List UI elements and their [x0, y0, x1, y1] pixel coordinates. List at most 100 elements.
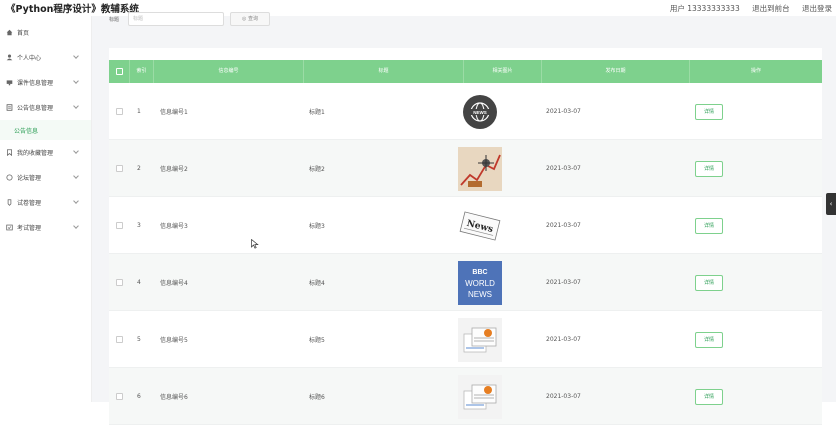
sidebar-item-courseware[interactable]: 课件信息管理: [0, 70, 91, 95]
chevron-down-icon: [73, 53, 79, 59]
column-header-code[interactable]: 信息编号: [154, 60, 304, 83]
sidebar-item-label: 试卷管理: [17, 200, 42, 207]
row-index: 2: [137, 165, 141, 172]
user-icon: [6, 54, 13, 61]
detail-button[interactable]: 详情: [695, 388, 723, 405]
world-text: WORLD: [465, 279, 495, 288]
sidebar-item-label: 公告信息管理: [17, 105, 54, 112]
chevron-down-icon: [73, 223, 79, 229]
row-checkbox[interactable]: [116, 279, 123, 286]
app-title: 《Python程序设计》教辅系统: [6, 4, 139, 15]
row-date: 2021-03-07: [546, 108, 581, 115]
detail-button[interactable]: 详情: [695, 274, 723, 291]
row-title: 标题6: [309, 394, 325, 401]
row-date: 2021-03-07: [546, 165, 581, 172]
chevron-left-icon: ‹: [829, 200, 833, 208]
bbc-text: BBC: [472, 269, 487, 276]
chevron-down-icon: [73, 198, 79, 204]
select-all-checkbox[interactable]: [109, 60, 130, 83]
detail-button[interactable]: 详情: [695, 217, 723, 234]
row-checkbox[interactable]: [116, 393, 123, 400]
detail-button[interactable]: 详情: [695, 331, 723, 348]
row-code: 信息编号3: [160, 223, 188, 230]
sidebar-item-label: 论坛管理: [17, 175, 42, 182]
row-code: 信息编号1: [160, 109, 188, 116]
sidebar-item-forum[interactable]: 论坛管理: [0, 165, 91, 190]
courseware-icon: [6, 80, 13, 86]
sidebar-item-bookmarks[interactable]: 我的收藏管理: [0, 140, 91, 165]
column-header-index[interactable]: 索引: [130, 60, 154, 83]
top-right-links: 用户 13333333333 退出到前台 退出登录: [660, 3, 832, 14]
sidebar-item-label: 考试管理: [17, 225, 42, 232]
chevron-down-icon: [73, 148, 79, 154]
table-row: 4 信息编号4 标题4 BBC WORLD NEWS 2021-03-07 详情: [109, 254, 822, 311]
news-text: NEWS: [468, 290, 492, 299]
row-date: 2021-03-07: [546, 222, 581, 229]
sidebar-item-label: 我的收藏管理: [17, 150, 54, 157]
sidebar-item-home[interactable]: 首页: [0, 20, 91, 45]
row-checkbox[interactable]: [116, 222, 123, 229]
column-header-title[interactable]: 标题: [304, 60, 464, 83]
row-code: 信息编号4: [160, 280, 188, 287]
row-index: 5: [137, 336, 141, 343]
notice-icon: [6, 104, 13, 111]
sidebar-item-test-paper[interactable]: 试卷管理: [0, 190, 91, 215]
row-checkbox[interactable]: [116, 108, 123, 115]
chevron-down-icon: [73, 173, 79, 179]
bookmark-icon: [7, 149, 12, 156]
chart-news-icon: [458, 146, 502, 191]
sidebar-item-personal-center[interactable]: 个人中心: [0, 45, 91, 70]
search-input[interactable]: 标题: [128, 12, 224, 26]
row-title: 标题1: [309, 109, 325, 116]
row-date: 2021-03-07: [546, 279, 581, 286]
table-row: 5 信息编号5 标题5 2021-03-07 详情: [109, 311, 822, 368]
row-title: 标题2: [309, 166, 325, 173]
sidebar-item-label: 课件信息管理: [17, 80, 54, 87]
column-header-action: 操作: [750, 68, 761, 74]
row-code: 信息编号2: [160, 166, 188, 173]
exam-icon: [6, 224, 13, 231]
search-bar: 标题 标题 ◎ 查询: [92, 12, 836, 42]
current-user: 用户 13333333333: [669, 4, 740, 13]
table-row: 3 信息编号3 标题3 News 2021-03-07 详情: [109, 197, 822, 254]
chevron-down-icon: [73, 103, 79, 109]
logout-link[interactable]: 退出登录: [802, 4, 832, 13]
detail-button[interactable]: 详情: [695, 103, 723, 120]
search-label: 标题: [109, 17, 120, 23]
chevron-down-icon: [73, 78, 79, 84]
row-title: 标题4: [309, 280, 325, 287]
back-to-front-link[interactable]: 退出到前台: [752, 4, 790, 13]
column-header-date[interactable]: 发布日期: [542, 60, 690, 83]
search-button[interactable]: ◎ 查询: [230, 12, 270, 26]
news-papers-icon: [458, 317, 502, 362]
table-row: 1 信息编号1 标题1 NEWS 2021-03-07 详情: [109, 83, 822, 140]
row-date: 2021-03-07: [546, 393, 581, 400]
newspaper-icon: News: [459, 210, 501, 241]
row-checkbox[interactable]: [116, 336, 123, 343]
column-header-image: 相关图片: [464, 60, 542, 83]
table-panel: 索引 信息编号 标题 相关图片 发布日期 操作 1 信息编号1 标题1 NEWS: [109, 48, 822, 425]
table-row: 2 信息编号2 标题2 2021-03-07 详情: [109, 140, 822, 197]
table-header: 索引 信息编号 标题 相关图片 发布日期 操作: [109, 60, 822, 83]
sidebar-item-notice[interactable]: 公告信息管理: [0, 95, 91, 120]
row-title: 标题3: [309, 223, 325, 230]
row-title: 标题5: [309, 337, 325, 344]
sidebar-item-exam[interactable]: 考试管理: [0, 215, 91, 240]
collapse-panel-tab[interactable]: ‹: [826, 193, 836, 215]
sidebar: 首页 个人中心 课件信息管理 公告信息管理 公告信息 我的收藏管理 论坛管理 试…: [0, 16, 92, 402]
detail-button[interactable]: 详情: [695, 160, 723, 177]
top-bar: 《Python程序设计》教辅系统 用户 13333333333 退出到前台 退出…: [0, 0, 836, 16]
sidebar-item-label: 首页: [17, 30, 30, 37]
main-content: 标题 标题 ◎ 查询 索引 信息编号 标题 相关图片 发布日期 操作 1 信息编…: [92, 12, 836, 425]
svg-text:NEWS: NEWS: [473, 110, 487, 115]
sidebar-subitem-notice-info[interactable]: 公告信息: [0, 120, 91, 140]
bbc-world-news-icon: BBC WORLD NEWS: [458, 260, 502, 305]
row-code: 信息编号6: [160, 394, 188, 401]
row-checkbox[interactable]: [116, 165, 123, 172]
paper-icon: [7, 199, 12, 206]
globe-news-icon: NEWS: [463, 94, 497, 129]
row-code: 信息编号5: [160, 337, 188, 344]
row-index: 4: [137, 279, 141, 286]
home-icon: [6, 29, 13, 36]
row-index: 3: [137, 222, 141, 229]
